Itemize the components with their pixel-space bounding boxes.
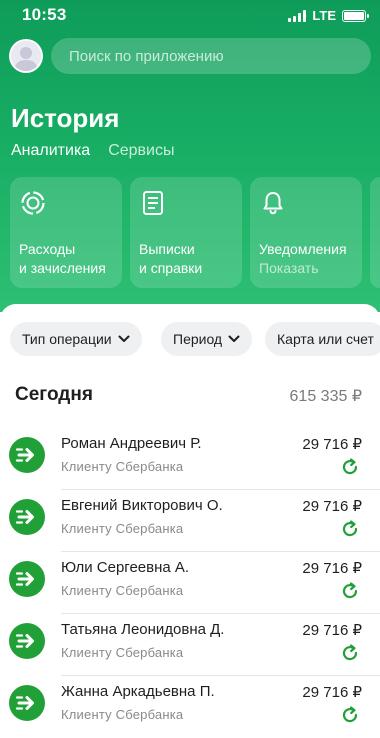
bell-icon [263,192,283,215]
transfer-arrow-icon [9,437,45,473]
transaction-row[interactable]: Евгений Викторович О. Клиенту Сбербанка … [0,490,380,552]
tab-services[interactable]: Сервисы [108,142,174,160]
status-indicators: LTE [288,8,369,23]
transfer-arrow-icon [9,685,45,721]
tile-notifications-label: Уведомления [259,241,347,257]
transaction-amount: 29 716 ₽ [302,684,362,701]
section-title: Сегодня [15,384,93,405]
tile-notifications-action[interactable]: Показать [259,259,319,278]
transaction-row[interactable]: Юли Сергеевна А. Клиенту Сбербанка 29 71… [0,552,380,614]
transfer-arrow-icon [9,561,45,597]
transaction-row[interactable]: Татьяна Леонидовна Д. Клиенту Сбербанка … [0,614,380,676]
signal-icon [288,9,307,22]
filter-card-label: Карта или счет [277,331,374,347]
document-list-icon [143,191,163,215]
repeat-icon[interactable] [340,519,360,539]
battery-icon [342,9,369,22]
transfer-arrow-icon [9,623,45,659]
tile-statements-label-2: и справки [139,260,203,276]
transaction-description: Клиенту Сбербанка [61,707,184,722]
section-total: 615 335 ₽ [289,388,362,405]
filter-period[interactable]: Период [161,322,253,356]
status-time: 10:53 [22,5,67,24]
search-input[interactable]: Поиск по приложению [51,38,371,74]
transaction-name: Роман Андреевич Р. [61,435,202,452]
filter-card-or-account[interactable]: Карта или счет [265,322,380,356]
top-row: Поиск по приложению [9,38,371,74]
chevron-down-icon [118,335,130,342]
tile-statements-label: Выписки [139,241,195,257]
page-title: История [11,103,120,133]
network-type: LTE [312,8,336,23]
transaction-description: Клиенту Сбербанка [61,583,184,598]
transaction-amount: 29 716 ₽ [302,560,362,577]
transfer-arrow-icon [9,499,45,535]
filter-period-label: Период [173,331,223,347]
transaction-name: Юли Сергеевна А. [61,559,190,576]
transaction-amount: 29 716 ₽ [302,622,362,639]
tile-expenses-label-2: и зачисления [19,260,106,276]
transaction-row[interactable]: Роман Андреевич Р. Клиенту Сбербанка 29 … [0,428,380,490]
repeat-icon[interactable] [340,457,360,477]
history-sheet: Тип операции Период Карта или счет Сегод… [0,304,380,738]
repeat-icon[interactable] [340,581,360,601]
tile-partial[interactable] [370,177,380,288]
tile-expenses[interactable]: Расходы и зачисления [10,177,122,288]
transaction-description: Клиенту Сбербанка [61,521,184,536]
transaction-description: Клиенту Сбербанка [61,459,184,474]
transaction-description: Клиенту Сбербанка [61,645,184,660]
repeat-icon[interactable] [340,705,360,725]
transaction-name: Евгений Викторович О. [61,497,223,514]
tile-statements[interactable]: Выписки и справки [130,177,242,288]
tab-analytics[interactable]: Аналитика [11,142,90,160]
status-bar: 10:53 LTE [0,0,380,30]
chevron-down-icon [228,335,240,342]
transaction-amount: 29 716 ₽ [302,498,362,515]
transaction-amount: 29 716 ₽ [302,436,362,453]
transaction-row[interactable]: Жанна Аркадьевна П. Клиенту Сбербанка 29… [0,676,380,738]
subnav: Аналитика Сервисы [11,142,175,160]
tile-notifications[interactable]: Уведомления Показать [250,177,362,288]
tile-expenses-label: Расходы [19,241,76,257]
transaction-name: Татьяна Леонидовна Д. [61,621,225,638]
avatar[interactable] [9,39,43,73]
transaction-name: Жанна Аркадьевна П. [61,683,215,700]
filter-operation-type[interactable]: Тип операции [10,322,142,356]
repeat-icon[interactable] [340,643,360,663]
donut-chart-icon [21,191,45,215]
filter-operation-type-label: Тип операции [22,331,112,347]
search-placeholder: Поиск по приложению [69,48,224,65]
